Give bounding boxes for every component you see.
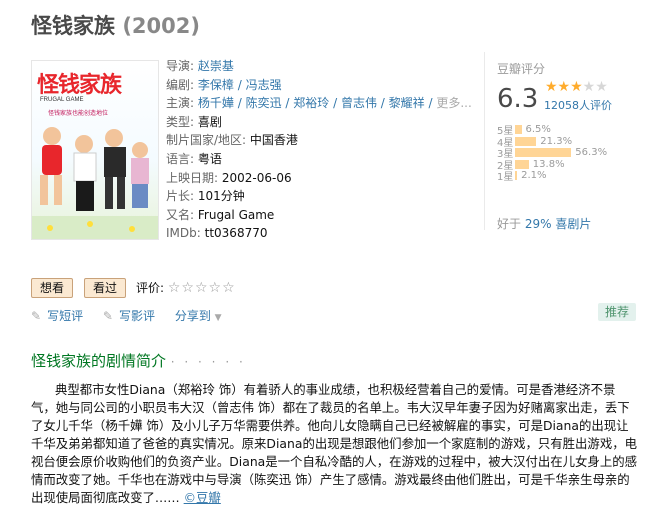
rating-bar-fill <box>515 136 537 146</box>
rating-score: 6.3 <box>497 84 539 114</box>
movie-title: 怪钱家族 <box>31 14 115 38</box>
rating-label: 豆瓣评分 <box>497 62 546 76</box>
summary-heading: 怪钱家族的剧情简介 · · · · · · <box>31 352 246 370</box>
seen-button[interactable]: 看过 <box>84 278 127 298</box>
want-button[interactable]: 想看 <box>31 278 74 298</box>
rating-bar-percent: 56.3% <box>575 147 608 159</box>
rating-bar-label: 1星 <box>497 172 514 184</box>
rating-stars-icon: ★★★★★ <box>545 79 608 95</box>
rating-bar-row: 1星 2.1% <box>497 170 607 184</box>
my-rating-label: 评价: <box>136 281 165 295</box>
rating-bar-percent: 21.3% <box>540 135 573 147</box>
rating-bar-percent: 2.1% <box>521 170 547 182</box>
rating-count-link[interactable]: 12058人评价 <box>544 97 612 113</box>
write-review[interactable]: ✎ 写影评 <box>103 309 155 323</box>
my-rating: 评价: ☆☆☆☆☆ <box>136 278 236 298</box>
info-aka: 又名: Frugal Game <box>166 207 275 222</box>
info-release-date: 上映日期: 2002-06-06 <box>166 170 292 185</box>
rating-bar-fill <box>515 159 529 169</box>
info-writer: 编剧: 李保樟 / 冯志强 <box>166 77 282 92</box>
info-runtime: 片长: 101分钟 <box>166 189 245 204</box>
rating-bar-fill <box>515 125 522 135</box>
movie-year: (2002) <box>122 14 200 38</box>
seen-button-wrap: 看过 <box>84 278 127 298</box>
action-toolbar: ✎ 写短评 ✎ 写影评 分享到 ▼ <box>31 307 238 324</box>
cast-link[interactable]: 陈奕迅 <box>246 96 282 110</box>
better-than-link[interactable]: 29% 喜剧片 <box>525 217 592 231</box>
movie-poster[interactable]: 怪钱家族 FRUGAL GAME 怪钱家族也能创造地位 <box>31 60 159 240</box>
rating-panel: 豆瓣评分 6.3 ★★★★★ 12058人评价 5星 6.5% 4星 21.3% 3星 5… <box>484 52 647 231</box>
poster-title: 怪钱家族 <box>37 73 122 98</box>
recommend-button[interactable]: 推荐 <box>598 303 636 321</box>
pencil-icon: ✎ <box>102 309 113 323</box>
poster-subtitle: FRUGAL GAME <box>40 97 84 103</box>
info-genre: 类型: 喜剧 <box>166 114 222 129</box>
page-title: 怪钱家族 (2002) <box>31 10 200 40</box>
share-dropdown[interactable]: 分享到 ▼ <box>175 309 222 323</box>
rating-bar-fill <box>515 148 572 158</box>
writer-link[interactable]: 冯志强 <box>246 78 282 92</box>
info-cast: 主演: 杨千嬅 / 陈奕迅 / 郑裕玲 / 曾志伟 / 黎耀祥 / 更多... <box>166 96 472 111</box>
want-button-wrap: 想看 <box>31 278 74 298</box>
poster-figures-illustration <box>32 127 158 239</box>
rate-stars-icon[interactable]: ☆☆☆☆☆ <box>168 280 236 296</box>
cast-link[interactable]: 杨千嬅 <box>198 96 234 110</box>
rating-bar-fill <box>515 171 518 181</box>
info-language: 语言: 粤语 <box>166 151 222 166</box>
cast-more-link[interactable]: 更多... <box>436 96 471 110</box>
info-imdb: IMDb: tt0368770 <box>166 226 268 241</box>
info-director: 导演: 赵崇基 <box>166 59 234 73</box>
better-than: 好于 29% 喜剧片 <box>497 217 592 231</box>
chevron-down-icon: ▼ <box>214 313 222 323</box>
rating-distribution: 5星 6.5% 4星 21.3% 3星 56.3% 2星 13.8% 1星 2.1% <box>497 124 608 184</box>
info-country: 制片国家/地区: 中国香港 <box>166 133 298 148</box>
summary-text: 典型都市女性Diana（郑裕玲 饰）有着骄人的事业成绩，也积极经营着自己的爱情。… <box>31 382 637 505</box>
rating-bar-percent: 6.5% <box>525 124 551 136</box>
pencil-icon: ✎ <box>31 309 42 323</box>
writer-link[interactable]: 李保樟 <box>198 78 234 92</box>
write-short-review[interactable]: ✎ 写短评 <box>31 309 83 323</box>
cast-link[interactable]: 曾志伟 <box>341 96 377 110</box>
director-link[interactable]: 赵崇基 <box>198 59 234 73</box>
cast-link[interactable]: 郑裕玲 <box>293 96 329 110</box>
rating-bar-percent: 13.8% <box>532 158 565 170</box>
source-link[interactable]: ©豆瓣 <box>184 490 221 505</box>
movie-info: 导演: 赵崇基 编剧: 李保樟 / 冯志强 主演: 杨千嬅 / 陈奕迅 / 郑裕… <box>166 57 472 243</box>
cast-link[interactable]: 黎耀祥 <box>389 96 425 110</box>
